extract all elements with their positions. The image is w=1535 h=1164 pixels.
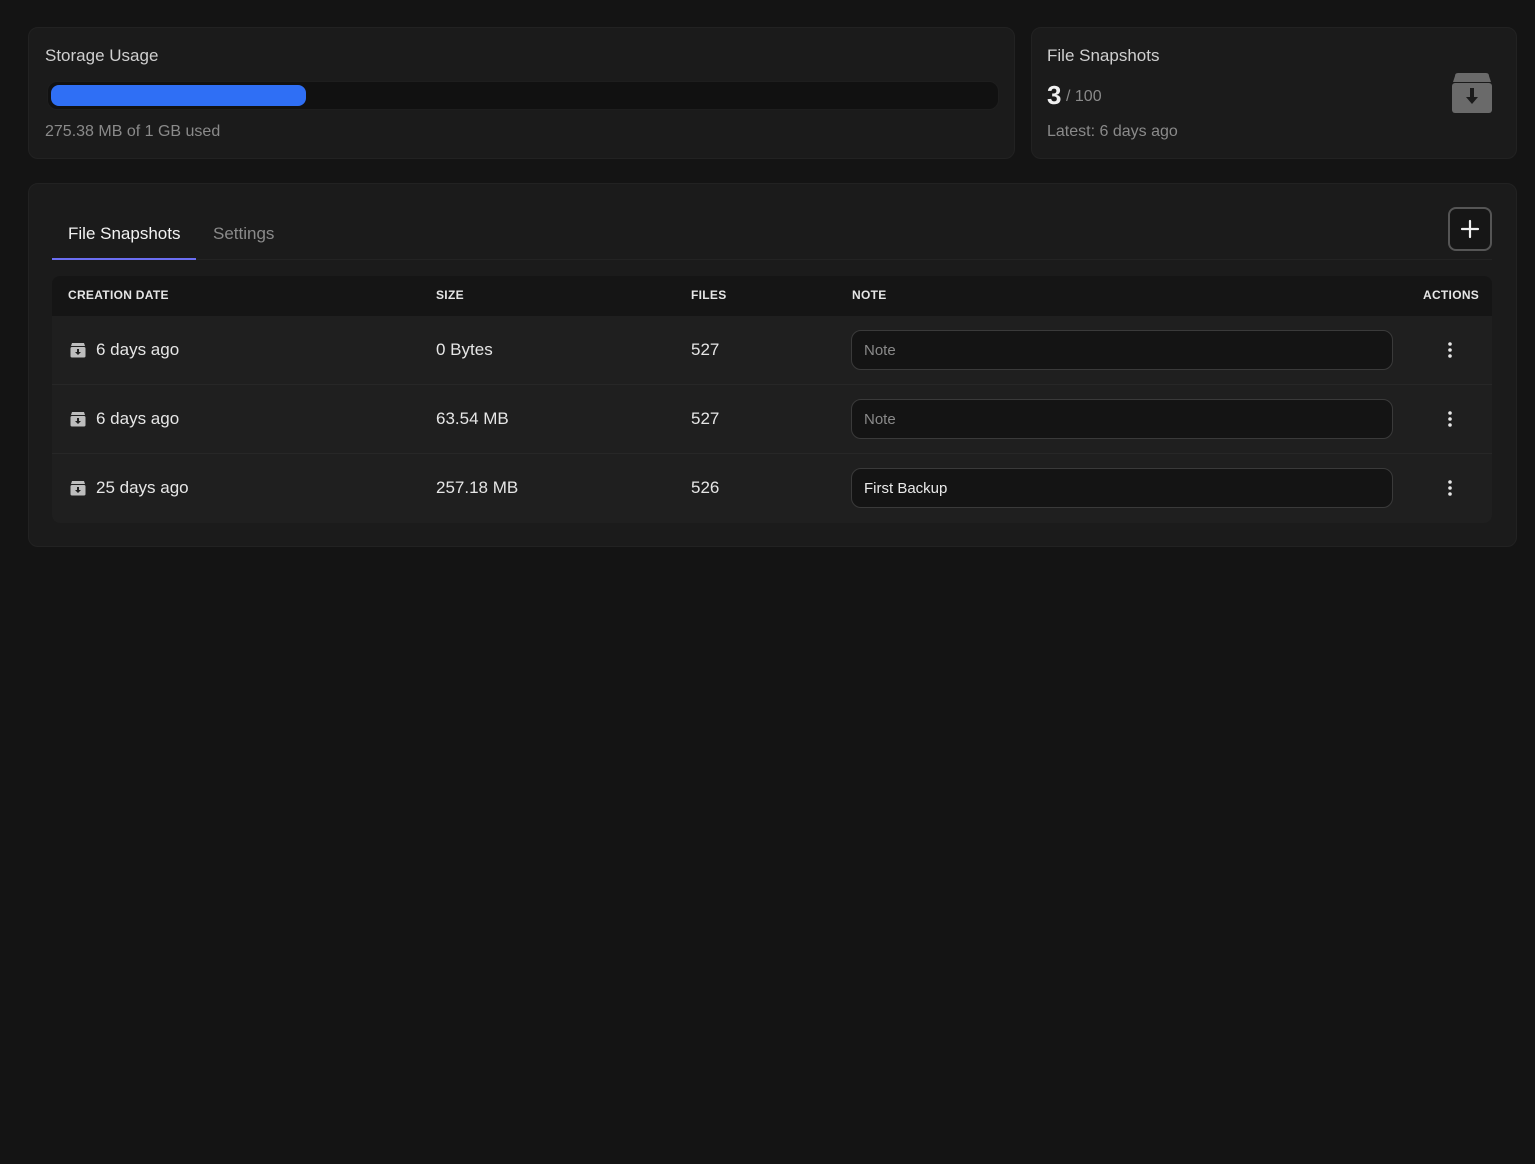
row-creation-date: 25 days ago — [96, 478, 189, 497]
storage-usage-title: Storage Usage — [45, 46, 159, 65]
row-size: 63.54 MB — [436, 409, 509, 428]
table-row: 6 days ago 0 Bytes 527 — [52, 316, 1492, 385]
row-files: 527 — [691, 340, 720, 359]
kebab-menu-icon — [1448, 411, 1452, 427]
tab-settings[interactable]: Settings — [197, 224, 290, 260]
plus-icon — [1460, 219, 1480, 239]
file-snapshots-title: File Snapshots — [1047, 46, 1160, 65]
row-actions-button[interactable] — [1440, 407, 1460, 431]
kebab-menu-icon — [1448, 342, 1452, 358]
row-size: 0 Bytes — [436, 340, 493, 359]
file-snapshots-card: File Snapshots 3 / 100 Latest: 6 days ag… — [1031, 27, 1517, 159]
row-creation-date: 6 days ago — [96, 409, 180, 428]
snapshot-limit: / 100 — [1066, 88, 1102, 105]
note-input[interactable] — [851, 468, 1393, 508]
row-creation-date: 6 days ago — [96, 340, 180, 359]
table-row: 25 days ago 257.18 MB 526 — [52, 454, 1492, 523]
header-size[interactable]: SIZE — [436, 288, 464, 302]
table-header: CREATION DATE SIZE FILES NOTE ACTIONS — [52, 276, 1492, 316]
archive-icon — [70, 481, 86, 496]
add-snapshot-button[interactable] — [1448, 207, 1492, 251]
header-files[interactable]: FILES — [691, 288, 727, 302]
note-input[interactable] — [851, 399, 1393, 439]
header-actions: ACTIONS — [1423, 288, 1480, 302]
tab-file-snapshots[interactable]: File Snapshots — [52, 224, 197, 260]
storage-progress-fill — [51, 85, 306, 106]
storage-progress-bar — [47, 81, 999, 110]
kebab-menu-icon — [1448, 480, 1452, 496]
archive-download-icon — [1452, 73, 1492, 113]
row-size: 257.18 MB — [436, 478, 519, 497]
row-files: 527 — [691, 409, 720, 428]
row-actions-button[interactable] — [1440, 476, 1460, 500]
header-note: NOTE — [852, 288, 887, 302]
archive-icon — [70, 412, 86, 427]
row-actions-button[interactable] — [1440, 338, 1460, 362]
note-input[interactable] — [851, 330, 1393, 370]
table-row: 6 days ago 63.54 MB 527 — [52, 385, 1492, 454]
snapshots-table: CREATION DATE SIZE FILES NOTE ACTIONS 6 … — [52, 276, 1492, 523]
snapshots-panel: File Snapshots Settings CREATION DATE SI… — [28, 183, 1517, 547]
storage-usage-text: 275.38 MB of 1 GB used — [45, 123, 221, 140]
header-creation-date[interactable]: CREATION DATE — [68, 288, 169, 302]
tab-bar: File Snapshots Settings — [52, 214, 1492, 260]
row-files: 526 — [691, 478, 720, 497]
storage-usage-card: Storage Usage 275.38 MB of 1 GB used — [28, 27, 1015, 159]
snapshot-latest: Latest: 6 days ago — [1047, 123, 1178, 140]
snapshot-count: 3 — [1047, 80, 1062, 110]
archive-icon — [70, 343, 86, 358]
